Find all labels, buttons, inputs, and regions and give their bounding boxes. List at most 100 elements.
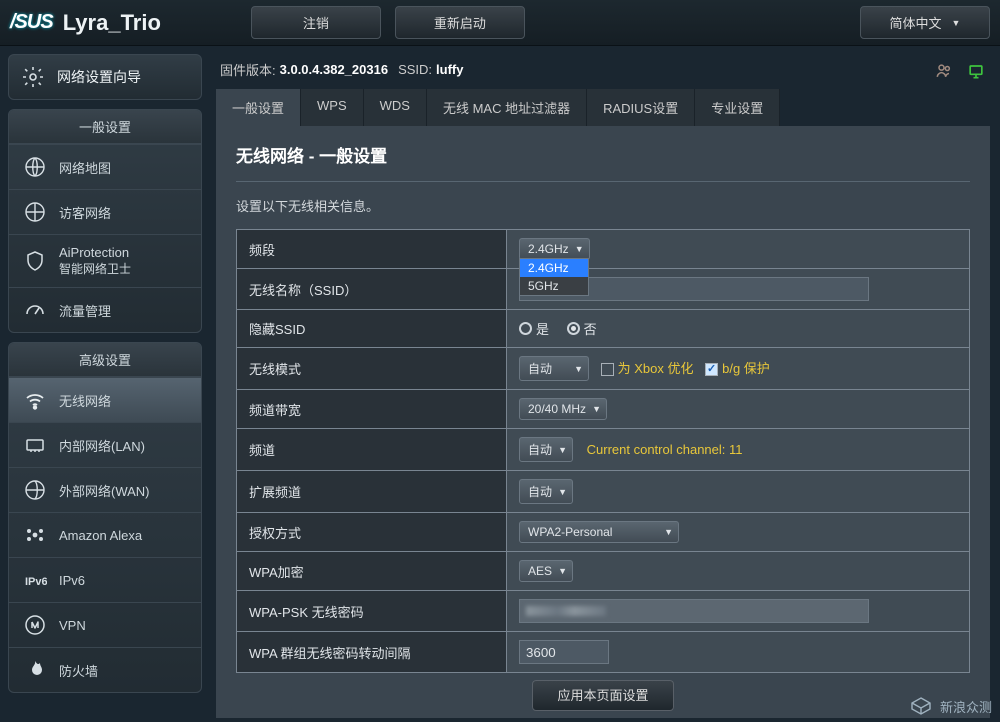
sidebar-item-alexa[interactable]: Amazon Alexa <box>9 512 201 557</box>
language-selector[interactable]: 简体中文 ▼ <box>860 6 990 39</box>
settings-panel: 无线网络 - 一般设置 设置以下无线相关信息。 频段 2.4GHz 2.4GHz… <box>216 126 990 718</box>
bg-protect-checkbox[interactable]: b/g 保护 <box>705 361 770 376</box>
band-option-24ghz[interactable]: 2.4GHz <box>520 259 588 277</box>
wpa-rekey-label: WPA 群组无线密码转动间隔 <box>237 632 507 673</box>
sidebar-advanced-title: 高级设置 <box>9 343 201 377</box>
globe-icon <box>21 200 49 224</box>
sidebar-wizard-group: 网络设置向导 <box>8 54 202 100</box>
radio-icon <box>519 322 532 335</box>
watermark: 新浪众测 <box>908 696 992 716</box>
model-name: Lyra_Trio <box>63 10 161 36</box>
hide-ssid-yes[interactable]: 是 <box>519 319 549 338</box>
tab-radius[interactable]: RADIUS设置 <box>587 89 695 126</box>
chevron-down-icon: ▼ <box>952 18 961 28</box>
sidebar-item-label: 外部网络(WAN) <box>59 481 150 500</box>
form-table: 频段 2.4GHz 2.4GHz 5GHz 无线名称（SSID） 隐藏SSID <box>236 229 970 673</box>
apply-row: 应用本页面设置 <box>236 673 970 708</box>
mode-label: 无线模式 <box>237 348 507 390</box>
reboot-button[interactable]: 重新启动 <box>395 6 525 39</box>
panel-description: 设置以下无线相关信息。 <box>236 182 970 229</box>
wpa-rekey-input[interactable] <box>519 640 609 664</box>
sidebar-general-group: 一般设置 网络地图 访客网络 AiProtection 智能网络卫 <box>8 109 202 333</box>
ext-channel-label: 扩展频道 <box>237 471 507 513</box>
sidebar-wizard[interactable]: 网络设置向导 <box>9 55 201 99</box>
globe-icon <box>21 478 49 502</box>
language-label: 简体中文 <box>890 13 942 32</box>
sidebar-item-label: 网络地图 <box>59 158 111 177</box>
sidebar-item-aiprotection[interactable]: AiProtection 智能网络卫士 <box>9 234 201 287</box>
tab-general[interactable]: 一般设置 <box>216 89 301 126</box>
sidebar-item-wan[interactable]: 外部网络(WAN) <box>9 467 201 512</box>
wpa-enc-label: WPA加密 <box>237 552 507 591</box>
sidebar-item-label: 防火墙 <box>59 661 98 680</box>
fw-label: 固件版本: <box>220 60 276 79</box>
info-icons <box>934 61 986 79</box>
band-dropdown: 2.4GHz 5GHz <box>519 258 589 296</box>
sidebar-item-traffic[interactable]: 流量管理 <box>9 287 201 332</box>
ethernet-icon <box>21 433 49 457</box>
logout-button[interactable]: 注销 <box>251 6 381 39</box>
radio-icon <box>567 322 580 335</box>
tab-wps[interactable]: WPS <box>301 89 364 126</box>
sidebar-item-label: 流量管理 <box>59 301 111 320</box>
sidebar-item-vpn[interactable]: VPN <box>9 602 201 647</box>
main-content: 固件版本: 3.0.0.4.382_20316 SSID: luffy 一般设置… <box>210 46 1000 722</box>
sidebar-item-ipv6[interactable]: IPv6 IPv6 <box>9 557 201 602</box>
wpa-psk-label: WPA-PSK 无线密码 <box>237 591 507 632</box>
header-buttons: 注销 重新启动 <box>251 6 525 39</box>
svg-text:IPv6: IPv6 <box>25 576 47 588</box>
header-bar: /SUS Lyra_Trio 注销 重新启动 简体中文 ▼ <box>0 0 1000 46</box>
sidebar-item-firewall[interactable]: 防火墙 <box>9 647 201 692</box>
gauge-icon <box>21 298 49 322</box>
bandwidth-label: 频道带宽 <box>237 390 507 429</box>
hide-ssid-no[interactable]: 否 <box>567 319 597 338</box>
network-status-icon[interactable] <box>966 61 986 79</box>
panel-title: 无线网络 - 一般设置 <box>236 142 970 182</box>
band-option-5ghz[interactable]: 5GHz <box>520 277 588 295</box>
apply-button[interactable]: 应用本页面设置 <box>532 680 673 711</box>
sidebar: 网络设置向导 一般设置 网络地图 访客网络 <box>0 46 210 722</box>
sidebar-item-lan[interactable]: 内部网络(LAN) <box>9 422 201 467</box>
ipv6-icon: IPv6 <box>21 568 49 592</box>
checkbox-icon <box>601 363 614 376</box>
band-select[interactable]: 2.4GHz <box>519 238 590 260</box>
auth-label: 授权方式 <box>237 513 507 552</box>
vpn-icon <box>21 613 49 637</box>
tab-professional[interactable]: 专业设置 <box>695 89 780 126</box>
sidebar-item-guest-network[interactable]: 访客网络 <box>9 189 201 234</box>
channel-label: 频道 <box>237 429 507 471</box>
shield-icon <box>21 249 49 273</box>
xbox-checkbox[interactable]: 为 Xbox 优化 <box>601 361 694 376</box>
channel-select[interactable]: 自动 <box>519 437 573 462</box>
tab-bar: 一般设置 WPS WDS 无线 MAC 地址过滤器 RADIUS设置 专业设置 <box>216 89 990 126</box>
sidebar-item-label: 内部网络(LAN) <box>59 436 145 455</box>
sidebar-item-label: VPN <box>59 618 86 633</box>
sidebar-item-wireless[interactable]: 无线网络 <box>9 377 201 422</box>
users-icon[interactable] <box>934 61 954 79</box>
sidebar-general-title: 一般设置 <box>9 110 201 144</box>
mode-select[interactable]: 自动 <box>519 356 589 381</box>
auth-select[interactable]: WPA2-Personal <box>519 521 679 543</box>
alexa-icon <box>21 523 49 547</box>
channel-hint: Current control channel: 11 <box>587 442 743 457</box>
flame-icon <box>21 658 49 682</box>
sidebar-item-network-map[interactable]: 网络地图 <box>9 144 201 189</box>
cube-icon <box>908 696 934 716</box>
sidebar-item-label: Amazon Alexa <box>59 528 142 543</box>
tab-mac-filter[interactable]: 无线 MAC 地址过滤器 <box>427 89 587 126</box>
wpa-psk-input[interactable] <box>519 599 869 623</box>
gear-icon <box>19 65 47 89</box>
bandwidth-select[interactable]: 20/40 MHz <box>519 398 607 420</box>
info-bar: 固件版本: 3.0.0.4.382_20316 SSID: luffy <box>216 54 990 89</box>
tab-wds[interactable]: WDS <box>364 89 427 126</box>
band-label: 频段 <box>237 230 507 269</box>
fw-value: 3.0.0.4.382_20316 <box>280 62 388 77</box>
wpa-enc-select[interactable]: AES <box>519 560 573 582</box>
ext-channel-select[interactable]: 自动 <box>519 479 573 504</box>
wifi-icon <box>21 388 49 412</box>
sidebar-advanced-group: 高级设置 无线网络 内部网络(LAN) 外部网络(WAN) <box>8 342 202 693</box>
asus-logo: /SUS <box>10 11 53 34</box>
hide-ssid-label: 隐藏SSID <box>237 310 507 348</box>
checkbox-icon <box>705 363 718 376</box>
ssid-label: SSID: <box>398 62 432 77</box>
